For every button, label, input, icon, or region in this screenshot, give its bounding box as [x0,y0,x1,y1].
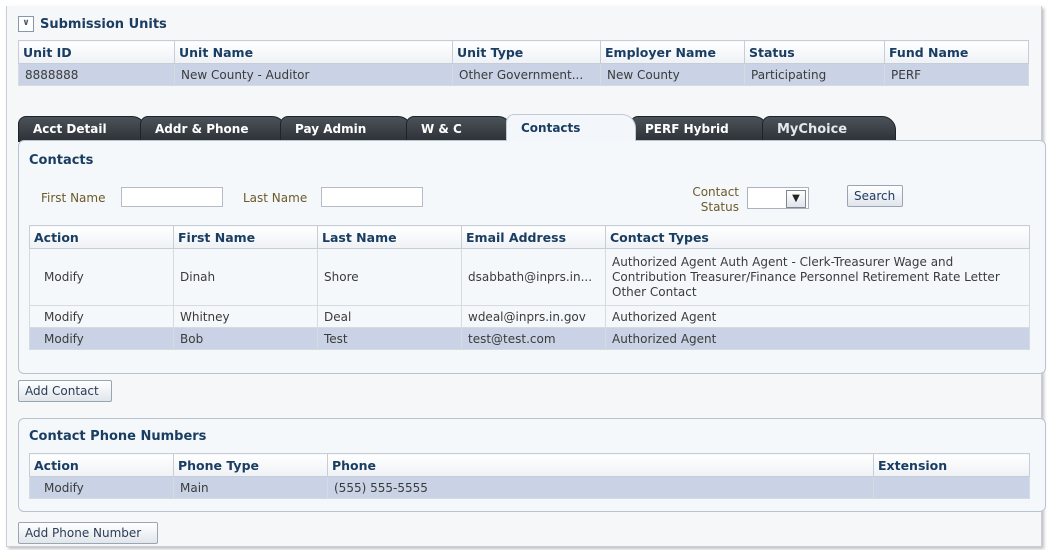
contact-status-label-line2: Status [700,200,739,214]
employer-name-cell: New County [600,63,745,86]
table-header-row: Action First Name Last Name Email Addres… [29,225,1030,249]
search-button[interactable]: Search [847,185,903,207]
contact-status-select[interactable]: ▼ [747,187,809,209]
phone-numbers-table: Action Phone Type Phone Extension Modify… [29,453,1030,499]
contact-types-cell: Authorized Agent [605,305,1030,328]
tab-acct-detail[interactable]: Acct Detail [18,116,146,142]
last-name-cell: Test [317,327,462,350]
contact-types-cell: Authorized Agent Auth Agent - Clerk-Trea… [605,248,1030,306]
column-header-fund-name[interactable]: Fund Name [884,40,1029,64]
status-cell: Participating [744,63,885,86]
phone-numbers-panel: Contact Phone Numbers Action Phone Type … [18,418,1046,512]
modify-link[interactable]: Modify [29,248,174,306]
column-header-unit-id[interactable]: Unit ID [18,40,175,64]
column-header-extension[interactable]: Extension [873,453,1030,477]
email-cell: dsabbath@inprs.in... [461,248,606,306]
tab-bar: Acct Detail Addr & Phone Pay Admin W & C… [18,114,896,142]
modify-link[interactable]: Modify [29,327,174,350]
column-header-unit-type[interactable]: Unit Type [452,40,601,64]
collapse-icon[interactable]: ∨ [18,16,34,32]
last-name-cell: Shore [317,248,462,306]
column-header-last-name[interactable]: Last Name [317,225,462,249]
table-row[interactable]: Modify Dinah Shore dsabbath@inprs.in... … [29,248,1030,306]
modify-link[interactable]: Modify [29,305,174,328]
unit-id-cell: 8888888 [18,63,175,86]
chevron-down-icon[interactable]: ▼ [786,190,806,208]
unit-name-cell: New County - Auditor [174,63,453,86]
fund-name-cell: PERF [884,63,1029,86]
phone-cell: (555) 555-5555 [327,476,874,499]
tab-addr-phone[interactable]: Addr & Phone [140,116,286,142]
column-header-phone-type[interactable]: Phone Type [173,453,328,477]
column-header-status[interactable]: Status [744,40,885,64]
column-header-email-address[interactable]: Email Address [461,225,606,249]
column-header-action[interactable]: Action [29,225,174,249]
table-row[interactable]: Modify Bob Test test@test.com Authorized… [29,327,1030,350]
contact-status-label: Contact Status [683,185,739,215]
phone-numbers-panel-title: Contact Phone Numbers [29,429,207,444]
first-name-label: First Name [41,191,106,205]
first-name-input[interactable] [121,187,223,207]
tab-pay-admin[interactable]: Pay Admin [280,116,412,142]
column-header-unit-name[interactable]: Unit Name [174,40,453,64]
last-name-label: Last Name [243,191,308,205]
column-header-first-name[interactable]: First Name [173,225,318,249]
table-row[interactable]: Modify Main (555) 555-5555 [29,476,1030,499]
unit-type-cell: Other Government... [452,63,601,86]
tab-contacts[interactable]: Contacts [506,114,636,141]
add-phone-number-button[interactable]: Add Phone Number [18,522,158,544]
modify-link[interactable]: Modify [29,476,174,499]
last-name-cell: Deal [317,305,462,328]
first-name-cell: Bob [173,327,318,350]
contact-types-cell: Authorized Agent [605,327,1030,350]
first-name-cell: Dinah [173,248,318,306]
table-header-row: Action Phone Type Phone Extension [29,453,1030,477]
first-name-cell: Whitney [173,305,318,328]
contacts-table: Action First Name Last Name Email Addres… [29,225,1030,350]
extension-cell [873,476,1030,499]
phone-type-cell: Main [173,476,328,499]
column-header-phone[interactable]: Phone [327,453,874,477]
contacts-panel-title: Contacts [29,153,94,168]
table-row[interactable]: 8888888 New County - Auditor Other Gover… [18,63,1029,86]
submission-units-header[interactable]: ∨ Submission Units [18,14,167,34]
column-header-employer-name[interactable]: Employer Name [600,40,745,64]
email-cell: test@test.com [461,327,606,350]
submission-units-table: Unit ID Unit Name Unit Type Employer Nam… [18,40,1029,86]
contacts-panel: Contacts First Name Last Name Contact St… [18,140,1046,374]
tab-perf-hybrid[interactable]: PERF Hybrid [630,116,768,142]
column-header-contact-types[interactable]: Contact Types [605,225,1030,249]
tab-mychoice[interactable]: MyChoice [762,116,896,142]
contact-status-label-line1: Contact [692,185,739,199]
add-contact-button[interactable]: Add Contact [18,380,112,402]
tab-w-and-c[interactable]: W & C [406,116,512,142]
submission-units-title: Submission Units [40,16,167,32]
email-cell: wdeal@inprs.in.gov [461,305,606,328]
table-row[interactable]: Modify Whitney Deal wdeal@inprs.in.gov A… [29,305,1030,328]
column-header-action[interactable]: Action [29,453,174,477]
table-header-row: Unit ID Unit Name Unit Type Employer Nam… [18,40,1029,64]
last-name-input[interactable] [321,187,423,207]
